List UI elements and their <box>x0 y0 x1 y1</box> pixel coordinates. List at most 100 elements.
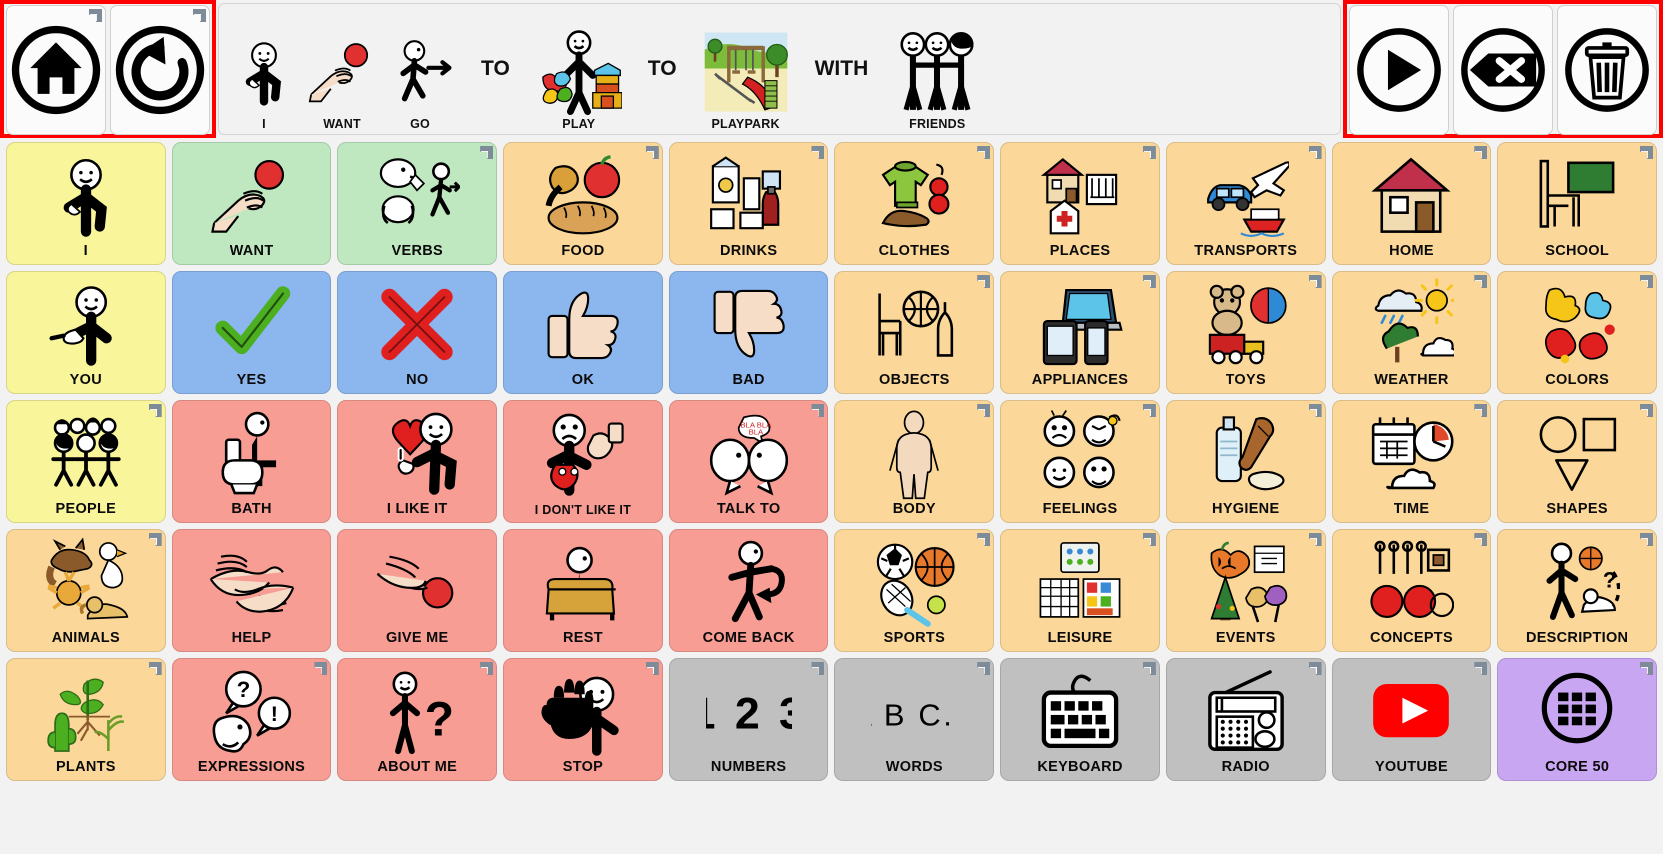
grid-cell-animals[interactable]: ANIMALS <box>6 529 166 652</box>
home-button[interactable] <box>6 5 106 135</box>
grid-cell-bad[interactable]: BAD <box>668 271 829 394</box>
sentence-symbol[interactable]: GO <box>381 7 459 131</box>
grid-cell-you[interactable]: YOU <box>6 271 166 394</box>
backspace-button[interactable] <box>1453 5 1553 135</box>
folder-corner-icon <box>148 533 162 546</box>
folder-corner-icon <box>314 662 328 675</box>
svg-text:1 2 3: 1 2 3 <box>706 690 792 739</box>
grid-cell-rest[interactable]: REST <box>503 529 663 652</box>
grid-cell-places[interactable]: PLACES <box>1000 142 1160 265</box>
two-heads-talking-icon: BLA BLA BLA <box>706 401 792 501</box>
grid-cell-school[interactable]: SCHOOL <box>1497 142 1657 265</box>
grid-cell-talk-to[interactable]: BLA BLA BLA TALK TO <box>668 400 829 523</box>
grid-cell-give-me[interactable]: GIVE ME <box>337 529 498 652</box>
grid-cell-weather[interactable]: WEATHER <box>1331 271 1492 394</box>
grid-cell-appliances[interactable]: APPLIANCES <box>1000 271 1160 394</box>
grid-cell-help[interactable]: HELP <box>171 529 332 652</box>
numbers-123-icon: 1 2 3 <box>706 659 792 759</box>
grid-cell-label: EXPRESSIONS <box>197 759 306 775</box>
sentence-symbol-label: I <box>262 117 266 131</box>
grid-cell-time[interactable]: TIME <box>1331 400 1492 523</box>
helping-hands-icon <box>209 530 295 630</box>
grid-cell-concepts[interactable]: CONCEPTS <box>1331 529 1492 652</box>
folder-corner-icon <box>1474 404 1488 417</box>
grid-cell-radio[interactable]: RADIO <box>1165 658 1326 781</box>
grid-cell-label: BAD <box>732 372 765 388</box>
grid-cell-expressions[interactable]: ? ! EXPRESSIONS <box>171 658 332 781</box>
grid-cell-i[interactable]: I <box>6 142 166 265</box>
grid-cell-home[interactable]: HOME <box>1331 142 1492 265</box>
grid-cell-toys[interactable]: TOYS <box>1165 271 1326 394</box>
grid-cell-words[interactable]: A B C... WORDS <box>834 658 995 781</box>
sentence-symbol[interactable]: PLAY <box>532 7 626 131</box>
sentence-word[interactable]: WITH <box>793 57 891 81</box>
grid-cell-want[interactable]: WANT <box>171 142 332 265</box>
events-icon <box>1203 530 1289 630</box>
grid-cell-label: ANIMALS <box>51 630 120 646</box>
grid-cell-clothes[interactable]: CLOTHES <box>834 142 995 265</box>
clear-button[interactable] <box>1557 5 1657 135</box>
grid-cell-stop[interactable]: STOP <box>503 658 663 781</box>
sentence-symbol[interactable]: WANT <box>303 7 381 131</box>
grid-cell-yes[interactable]: YES <box>171 271 332 394</box>
sentence-symbol[interactable]: PLAYPARK <box>699 7 793 131</box>
grid-cell-about-me[interactable]: ? ABOUT ME <box>337 658 498 781</box>
grid-cell-sports[interactable]: SPORTS <box>834 529 995 652</box>
people-group-icon <box>43 401 129 501</box>
sentence-symbol[interactable]: I <box>225 7 303 131</box>
grid-cell-feelings[interactable]: FEELINGS <box>1000 400 1160 523</box>
folder-corner-icon <box>977 146 991 159</box>
grid-cell-keyboard[interactable]: KEYBOARD <box>1000 658 1160 781</box>
grid-cell-description[interactable]: ? DESCRIPTION <box>1497 529 1657 652</box>
grid-cell-food[interactable]: FOOD <box>503 142 663 265</box>
clothes-icon <box>871 143 957 243</box>
svg-text:BLA: BLA <box>748 428 763 437</box>
sentence-symbol[interactable]: FRIENDS <box>890 7 984 131</box>
grid-cell-label: COME BACK <box>702 630 795 646</box>
folder-corner-icon <box>1142 275 1156 288</box>
home-icon <box>11 25 101 115</box>
grid-cell-i-like-it[interactable]: I LIKE IT <box>337 400 498 523</box>
grid-cell-numbers[interactable]: 1 2 3 NUMBERS <box>668 658 829 781</box>
grid-cell-plants[interactable]: PLANTS <box>6 658 166 781</box>
grid-cell-body[interactable]: BODY <box>834 400 995 523</box>
grid-cell-label: OBJECTS <box>879 372 950 388</box>
grid-cell-shapes[interactable]: SHAPES <box>1497 400 1657 523</box>
play-button[interactable] <box>1349 5 1449 135</box>
grid-cell-transports[interactable]: TRANSPORTS <box>1165 142 1326 265</box>
grid-cell-label: YOUTUBE <box>1374 759 1448 775</box>
keyboard-icon <box>1037 659 1123 759</box>
appliances-devices-icon <box>1037 272 1123 372</box>
grid-cell-label: TIME <box>1393 501 1430 517</box>
grid-cell-hygiene[interactable]: HYGIENE <box>1165 400 1326 523</box>
folder-corner-icon <box>1142 662 1156 675</box>
grid-cell-i-don-t-like-it[interactable]: I DON'T LIKE IT <box>503 400 663 523</box>
child-toys-icon <box>536 28 622 116</box>
grid-cell-no[interactable]: NO <box>337 271 498 394</box>
grid-cell-bath[interactable]: BATH <box>171 400 332 523</box>
grid-cell-label: HYGIENE <box>1212 501 1280 517</box>
grid-cell-ok[interactable]: OK <box>503 271 663 394</box>
grid-cell-colors[interactable]: COLORS <box>1497 271 1657 394</box>
grid-cell-verbs[interactable]: VERBS <box>337 142 498 265</box>
folder-corner-icon <box>1474 533 1488 546</box>
grid-cell-leisure[interactable]: LEISURE <box>1000 529 1160 652</box>
feelings-faces-icon <box>1037 401 1123 501</box>
grid-cell-youtube[interactable]: YOUTUBE <box>1331 658 1492 781</box>
grid-cell-core-50[interactable]: CORE 50 <box>1497 658 1657 781</box>
sentence-word[interactable]: TO <box>459 57 532 81</box>
grid-cell-drinks[interactable]: DRINKS <box>668 142 829 265</box>
grid-cell-come-back[interactable]: COME BACK <box>668 529 829 652</box>
grid-cell-events[interactable]: EVENTS <box>1165 529 1326 652</box>
sentence-bar[interactable]: I WANT GO TO PLAY TO PLAYPARK WITH FRIEN… <box>218 3 1341 135</box>
grid-cell-people[interactable]: PEOPLE <box>6 400 166 523</box>
sentence-symbol-label: FRIENDS <box>909 117 966 131</box>
back-button[interactable] <box>110 5 210 135</box>
sentence-word[interactable]: TO <box>626 57 699 81</box>
folder-corner-icon <box>811 146 825 159</box>
grid-cell-objects[interactable]: OBJECTS <box>834 271 995 394</box>
description-icon: ? <box>1534 530 1621 630</box>
sports-balls-racket-icon <box>871 530 957 630</box>
grid-cell-label: CLOTHES <box>878 243 951 259</box>
grid-cell-label: TALK TO <box>716 501 781 517</box>
